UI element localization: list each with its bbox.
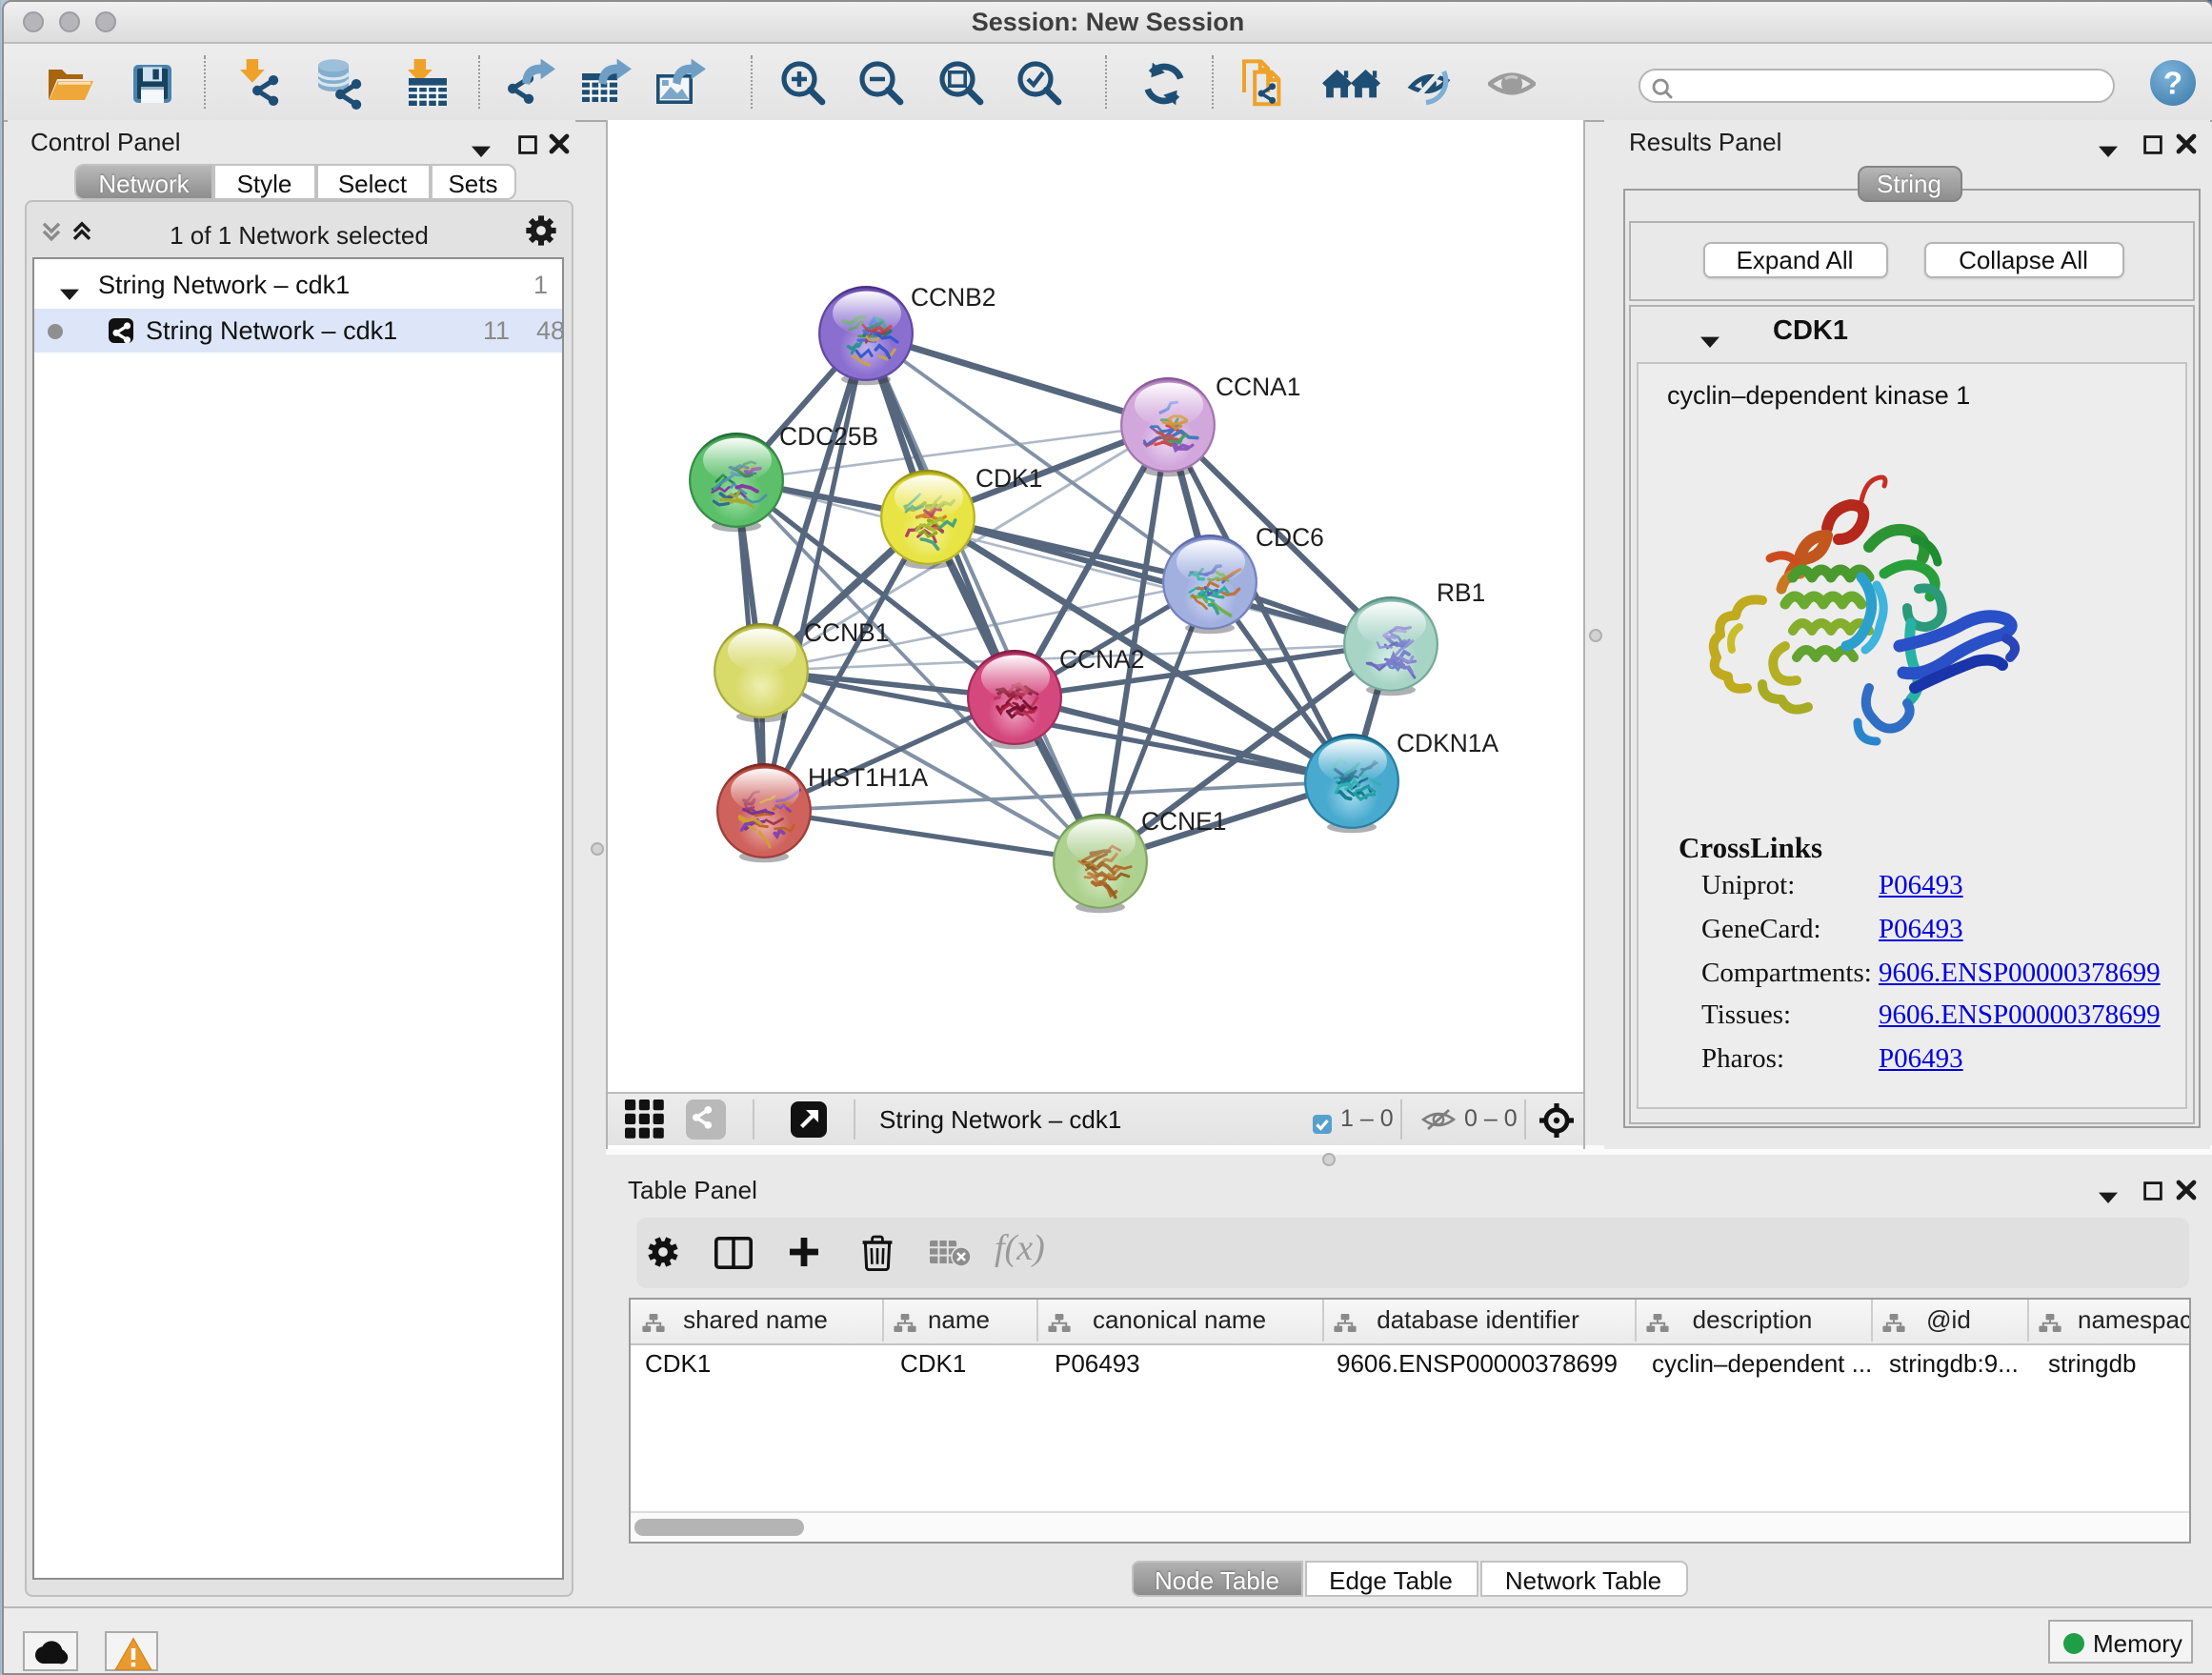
svg-text:CDC6: CDC6	[1255, 523, 1323, 552]
svg-text:?: ?	[2163, 65, 2182, 100]
svg-text:CDKN1A: CDKN1A	[1396, 729, 1498, 757]
svg-text:CCNB2: CCNB2	[910, 283, 995, 312]
svg-text:HIST1H1A: HIST1H1A	[807, 763, 928, 792]
svg-text:CDC25B: CDC25B	[778, 422, 877, 451]
svg-text:RB1: RB1	[1436, 578, 1484, 607]
svg-text:CDK1: CDK1	[975, 464, 1041, 493]
svg-text:CCNB1: CCNB1	[803, 618, 888, 647]
svg-text:CCNA1: CCNA1	[1215, 373, 1299, 401]
svg-text:CCNA2: CCNA2	[1058, 645, 1143, 674]
svg-text:CCNE1: CCNE1	[1140, 807, 1225, 836]
